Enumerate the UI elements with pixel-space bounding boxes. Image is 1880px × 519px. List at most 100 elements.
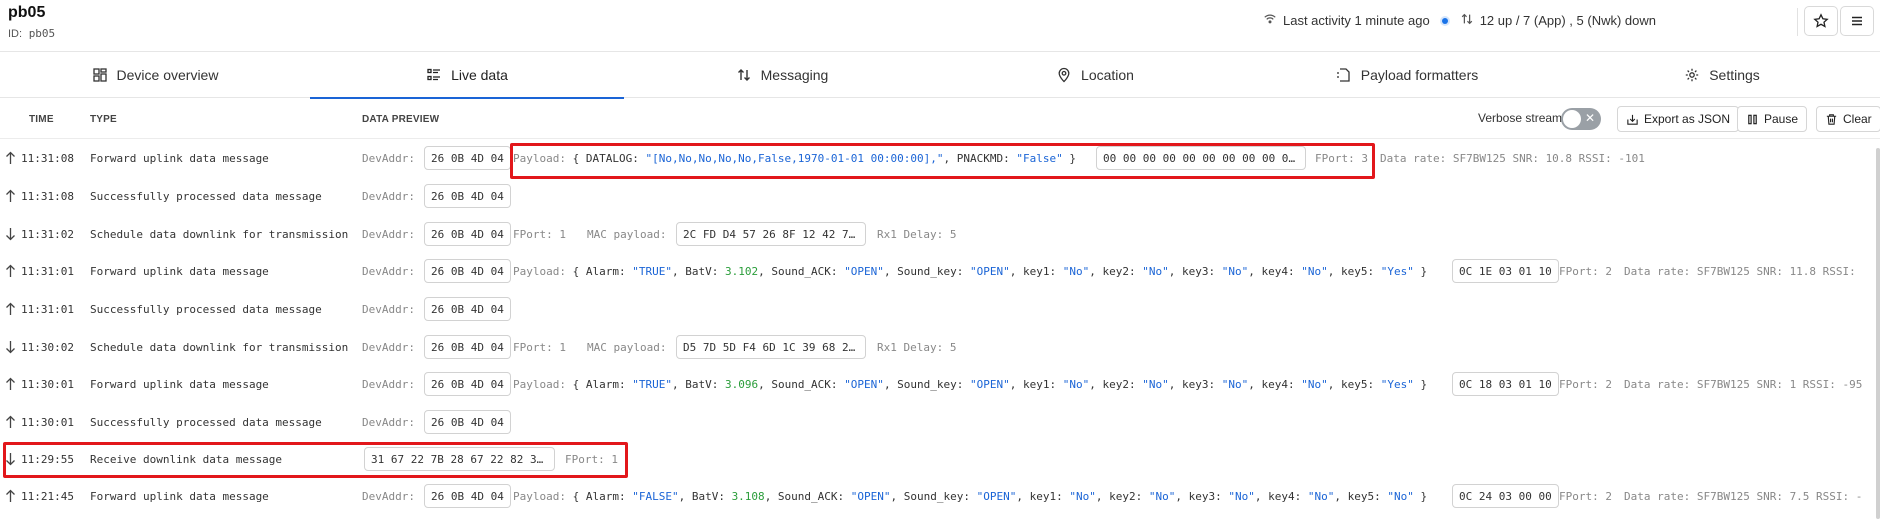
frm-payload-hex[interactable]: 0C 18 03 01 10 xyxy=(1452,372,1559,396)
event-time: 11:30:01 xyxy=(21,415,74,429)
payload-preview: Payload: { Alarm: "TRUE", BatV: 3.102, S… xyxy=(513,264,1428,278)
uplink-arrow-icon xyxy=(5,365,16,403)
event-row[interactable]: 11:21:45 Forward uplink data message Dev… xyxy=(0,477,1880,515)
event-type: Schedule data downlink for transmission xyxy=(90,340,349,354)
list-icon xyxy=(427,68,441,81)
devaddr-label: DevAddr: xyxy=(362,489,415,503)
metadata: Data rate: SF7BW125 SNR: 7.5 RSSI: - xyxy=(1624,489,1863,503)
pause-button[interactable]: Pause xyxy=(1737,106,1808,132)
gear-icon xyxy=(1686,68,1699,82)
fport: FPort: 1 xyxy=(513,227,566,241)
tab-device-overview[interactable]: Device overview xyxy=(0,52,310,98)
mac-payload-value[interactable]: 2C FD D4 57 26 8F 12 42 74 AA 3B 1E xyxy=(676,222,866,246)
uplink-arrow-icon xyxy=(5,403,16,441)
export-json-button[interactable]: Export as JSON xyxy=(1617,106,1740,132)
metadata: Data rate: SF7BW125 SNR: 10.8 RSSI: -101 xyxy=(1380,151,1645,165)
metadata: Data rate: SF7BW125 SNR: 11.8 RSSI: xyxy=(1624,264,1856,278)
tab-settings[interactable]: Settings xyxy=(1564,52,1880,98)
event-time: 11:21:45 xyxy=(21,489,74,503)
fport: FPort: 1 xyxy=(513,340,566,354)
rx1-delay: Rx1 Delay: 5 xyxy=(877,227,957,241)
devaddr-value[interactable]: 26 0B 4D 04 xyxy=(424,410,511,434)
devaddr-value[interactable]: 26 0B 4D 04 xyxy=(424,297,511,321)
fport: FPort: 2 xyxy=(1559,264,1612,278)
event-time: 11:30:01 xyxy=(21,377,74,391)
download-icon xyxy=(1627,114,1638,125)
downlink-arrow-icon xyxy=(5,215,16,253)
verbose-stream-label: Verbose stream xyxy=(1478,111,1563,125)
clear-button[interactable]: Clear xyxy=(1816,106,1880,132)
tab-label: Live data xyxy=(451,67,508,83)
device-status: Last activity 1 minute ago 12 up / 7 (Ap… xyxy=(1263,12,1656,29)
tab-messaging[interactable]: Messaging xyxy=(624,52,940,98)
metadata: Data rate: SF7BW125 SNR: 1 RSSI: -95 xyxy=(1624,377,1863,391)
devaddr-label: DevAddr: xyxy=(362,340,415,354)
device-id-label: ID: xyxy=(8,28,23,40)
event-row[interactable]: 11:30:01 Forward uplink data message Dev… xyxy=(0,365,1880,403)
tab-location[interactable]: Location xyxy=(940,52,1250,98)
event-type: Forward uplink data message xyxy=(90,489,269,503)
device-id: ID: pb05 xyxy=(8,27,55,40)
tab-payload-formatters[interactable]: Payload formatters xyxy=(1250,52,1564,98)
devaddr-value[interactable]: 26 0B 4D 04 xyxy=(424,184,511,208)
tab-label: Messaging xyxy=(760,67,829,83)
frm-payload-hex[interactable]: 0C 24 03 00 00 xyxy=(1452,484,1559,508)
live-indicator-icon xyxy=(1441,17,1448,24)
frm-payload-hex[interactable]: 0C 1E 03 01 10 xyxy=(1452,259,1559,283)
devaddr-label: DevAddr: xyxy=(362,151,415,165)
devaddr-value[interactable]: 26 0B 4D 04 xyxy=(424,335,511,359)
menu-button[interactable] xyxy=(1840,6,1874,36)
devaddr-label: DevAddr: xyxy=(362,377,415,391)
tab-live-data[interactable]: Live data xyxy=(310,52,624,99)
event-type: Forward uplink data message xyxy=(90,151,269,165)
device-tabs: Device overview Live data Messaging Loca… xyxy=(0,52,1880,99)
devaddr-label: DevAddr: xyxy=(362,302,415,316)
uplink-arrow-icon xyxy=(5,177,16,215)
tab-label: Settings xyxy=(1709,67,1760,83)
mac-payload-label: MAC payload: xyxy=(587,227,667,241)
uplink-arrow-icon xyxy=(5,252,16,290)
devaddr-value[interactable]: 26 0B 4D 04 xyxy=(424,222,511,246)
devaddr-value[interactable]: 26 0B 4D 04 xyxy=(424,259,511,283)
highlight-box xyxy=(510,143,1375,179)
event-type: Forward uplink data message xyxy=(90,377,269,391)
event-row[interactable]: 11:30:01 Successfully processed data mes… xyxy=(0,403,1880,441)
payload-preview: Payload: { Alarm: "FALSE", BatV: 3.108, … xyxy=(513,489,1428,503)
export-json-label: Export as JSON xyxy=(1644,112,1731,126)
pause-label: Pause xyxy=(1764,112,1799,126)
event-time: 11:31:08 xyxy=(21,189,74,203)
devaddr-value[interactable]: 26 0B 4D 04 xyxy=(424,146,511,170)
devaddr-label: DevAddr: xyxy=(362,227,415,241)
event-time: 11:31:02 xyxy=(21,227,74,241)
devaddr-value[interactable]: 26 0B 4D 04 xyxy=(424,372,511,396)
event-row[interactable]: 11:31:08 Successfully processed data mes… xyxy=(0,177,1880,215)
bookmark-button[interactable] xyxy=(1804,6,1838,36)
mac-payload-value[interactable]: D5 7D 5D F4 6D 1C 39 68 27 0D 4A 11 xyxy=(676,335,866,359)
event-type: Successfully processed data message xyxy=(90,415,322,429)
event-time: 11:30:02 xyxy=(21,340,74,354)
event-row[interactable]: 11:31:01 Forward uplink data message Dev… xyxy=(0,252,1880,290)
tab-label: Location xyxy=(1081,67,1134,83)
message-counts: 12 up / 7 (App) , 5 (Nwk) down xyxy=(1479,13,1656,28)
up-down-arrows-icon xyxy=(737,69,750,81)
devaddr-value[interactable]: 26 0B 4D 04 xyxy=(424,484,511,508)
mac-payload-label: MAC payload: xyxy=(587,340,667,354)
downlink-arrow-icon xyxy=(5,328,16,366)
event-row[interactable]: 11:31:02 Schedule data downlink for tran… xyxy=(0,215,1880,253)
clear-label: Clear xyxy=(1843,112,1872,126)
events-table-header: TIME TYPE DATA PREVIEW Verbose stream ✕ … xyxy=(0,99,1880,139)
event-type: Successfully processed data message xyxy=(90,189,322,203)
close-icon: ✕ xyxy=(1584,111,1595,125)
device-name: pb05 xyxy=(8,4,46,21)
payload-preview: Payload: { Alarm: "TRUE", BatV: 3.096, S… xyxy=(513,377,1428,391)
device-header: pb05 ID: pb05 Last activity 1 minute ago… xyxy=(0,0,1880,52)
code-file-icon xyxy=(1337,68,1350,82)
event-row[interactable]: 11:31:01 Successfully processed data mes… xyxy=(0,290,1880,328)
event-row[interactable]: 11:30:02 Schedule data downlink for tran… xyxy=(0,328,1880,366)
uplink-arrow-icon xyxy=(5,290,16,328)
vertical-scrollbar[interactable] xyxy=(1876,148,1880,519)
column-time: TIME xyxy=(29,114,54,125)
verbose-stream-toggle[interactable]: ✕ xyxy=(1561,108,1601,130)
column-type: TYPE xyxy=(90,114,117,125)
devaddr-label: DevAddr: xyxy=(362,189,415,203)
